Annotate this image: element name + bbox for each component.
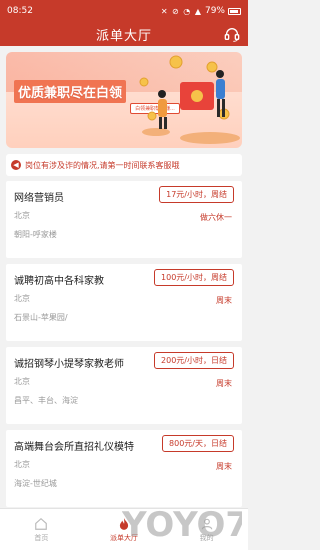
tab-home[interactable]: 首页 [0, 509, 83, 550]
tab-label: 首页 [34, 533, 49, 542]
job-area: 海淀-世纪城 [14, 479, 57, 488]
tab-mine[interactable]: 我的 [165, 509, 248, 550]
job-title: 高端舞台会所直招礼仪模特 [14, 442, 134, 453]
notice-bar: ◀ 岗位有涉及诈的情况,请第一时间联系客服哦 [6, 154, 242, 176]
job-list: 网络营销员 17元/小时，周结 北京 做六休一 朝阳-呼家楼 诚聘初高中各科家教… [0, 181, 248, 507]
job-area: 朝阳-呼家楼 [14, 230, 57, 239]
job-time: 周末 [216, 462, 232, 471]
job-city: 北京 [14, 377, 30, 386]
user-icon [201, 518, 212, 529]
job-pay: 200元/小时，日结 [154, 352, 234, 369]
job-city: 北京 [14, 460, 30, 469]
status-time: 08:52 [7, 6, 33, 16]
page-title: 派单大厅 [95, 28, 152, 44]
job-card[interactable]: 诚招钢琴小提琴家教老师 200元/小时，日结 北京 周末 昌平、丰台、海淀 [6, 347, 242, 424]
headset-icon[interactable] [224, 26, 240, 42]
job-title: 诚聘初高中各科家教 [14, 276, 104, 287]
job-card[interactable]: 诚聘初高中各科家教 100元/小时，周结 北京 周末 石景山-苹果园/ [6, 264, 242, 341]
banner-title: 优质兼职尽在白领 [14, 80, 127, 103]
job-city: 北京 [14, 211, 30, 220]
tab-label: 派单大厅 [110, 533, 138, 542]
header: 派单大厅 [0, 22, 248, 46]
job-time: 做六休一 [200, 213, 232, 222]
job-pay: 17元/小时，周结 [159, 186, 234, 203]
home-icon [35, 517, 48, 530]
job-pay: 800元/天，日结 [162, 435, 234, 452]
battery-percent: 79% [204, 6, 225, 16]
banner-illustration [139, 55, 240, 144]
job-title: 网络营销员 [14, 193, 64, 204]
job-time: 周末 [216, 379, 232, 388]
job-card[interactable]: 高端舞台会所直招礼仪模特 800元/天，日结 北京 周末 海淀-世纪城 [6, 430, 242, 507]
promo-banner[interactable]: 优质兼职尽在白领 白领兼职帮你赚... [6, 52, 242, 148]
tab-label: 我的 [199, 533, 214, 542]
status-bar: 08:52 ✕ ⊘ ◔ ▲ 79% [0, 0, 248, 22]
job-city: 北京 [14, 294, 30, 303]
notice-text: 岗位有涉及诈的情况,请第一时间联系客服哦 [25, 160, 180, 170]
tab-bar: 首页 派单大厅 我的 [0, 508, 248, 550]
job-area: 石景山-苹果园/ [14, 313, 68, 322]
battery-icon [228, 7, 241, 15]
job-card[interactable]: 网络营销员 17元/小时，周结 北京 做六休一 朝阳-呼家楼 [6, 181, 242, 258]
job-pay: 100元/小时，周结 [154, 269, 234, 286]
speaker-icon: ◀ [11, 160, 21, 170]
fire-icon [119, 517, 129, 530]
tab-dispatch-hall[interactable]: 派单大厅 [83, 509, 166, 550]
job-time: 周末 [216, 296, 232, 305]
status-icons: ✕ ⊘ ◔ ▲ [160, 6, 202, 16]
job-area: 昌平、丰台、海淀 [14, 396, 78, 405]
job-title: 诚招钢琴小提琴家教老师 [14, 359, 124, 370]
